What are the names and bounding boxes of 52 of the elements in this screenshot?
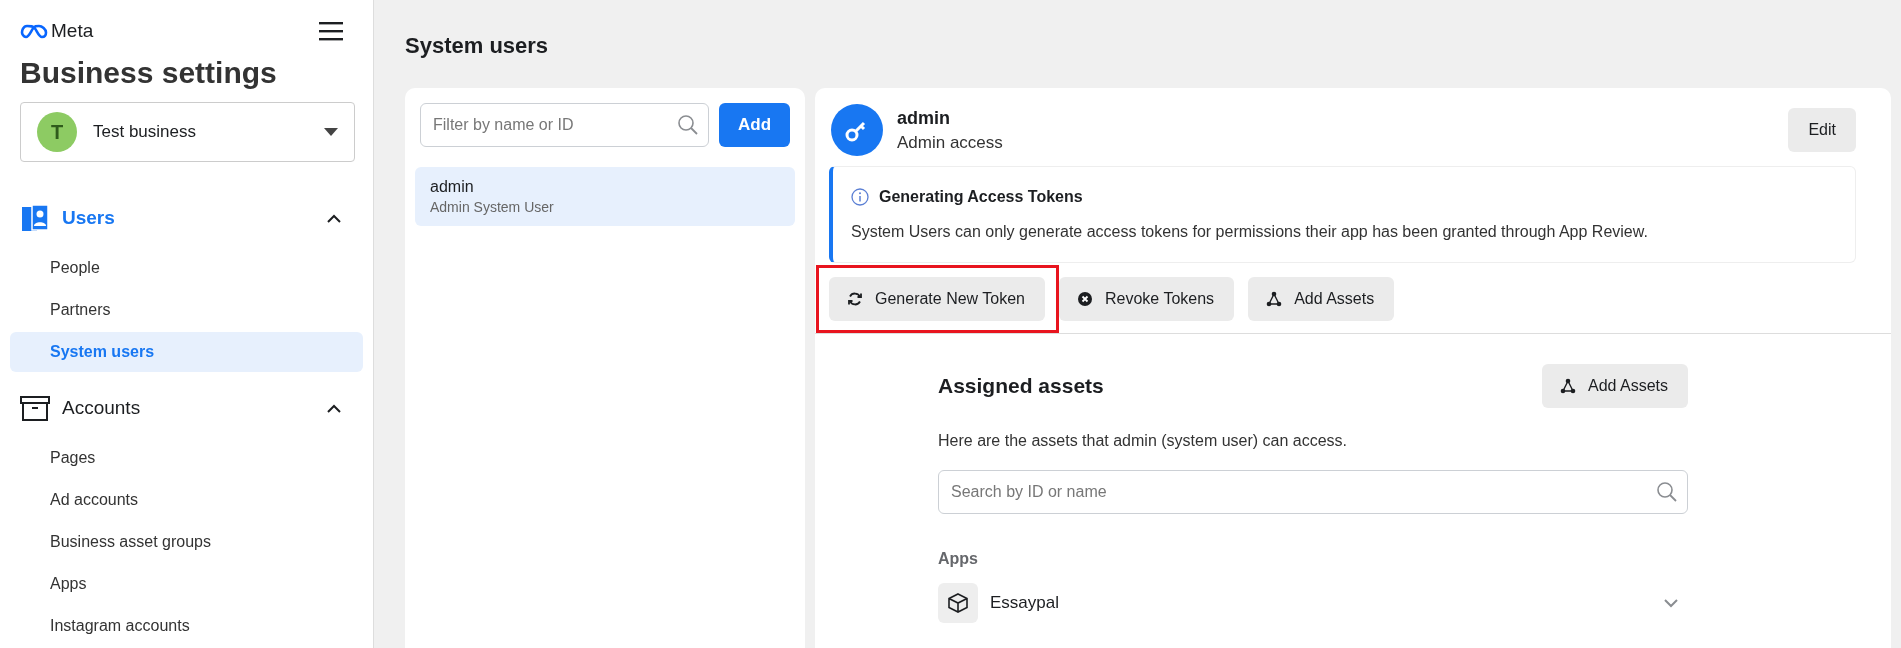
chevron-icon — [327, 213, 341, 223]
menu-icon — [319, 21, 343, 41]
filter-field[interactable]: Filter by name or ID — [420, 103, 709, 147]
chevron-icon — [1664, 598, 1678, 608]
nav-item[interactable]: Business asset groups — [10, 522, 363, 562]
access-level: Admin access — [897, 132, 1004, 153]
group-label: Apps — [938, 550, 979, 568]
page-heading: Business settings — [19, 55, 278, 90]
add-button[interactable]: Add — [719, 103, 790, 147]
nav-item[interactable]: System users — [10, 332, 363, 372]
nav-item[interactable]: People — [10, 248, 363, 288]
section-description: Here are the assets that admin (system user) can access. — [938, 432, 1349, 450]
business-avatar: T — [37, 112, 77, 152]
dropdown-caret-icon — [324, 128, 338, 136]
notice-title: Generating Access Tokens — [879, 188, 1083, 206]
business-name: Test business — [93, 122, 197, 142]
nav-item[interactable]: Apps — [10, 564, 363, 604]
info-icon — [851, 188, 869, 206]
network-icon — [1266, 291, 1283, 307]
asset-row[interactable]: Essaypal — [938, 583, 1688, 623]
section-title: Assigned assets — [938, 374, 1104, 398]
cancel-icon — [1077, 291, 1093, 307]
network-icon — [1559, 378, 1576, 394]
user-list-item[interactable]: admin Admin System User — [415, 167, 795, 226]
generate-token-button[interactable]: Generate New Token — [829, 277, 1045, 321]
infinity-logo-icon — [20, 23, 48, 39]
nav-section[interactable]: Users — [10, 198, 363, 238]
add-assets-button[interactable]: Add Assets — [1248, 277, 1395, 321]
notice-text: System Users can only generate access tokens for permissions their app has been granted through App Review. — [851, 223, 1649, 241]
business-selector[interactable]: T Test business — [20, 102, 355, 162]
key-avatar-icon — [831, 104, 883, 156]
page-title: System users — [405, 32, 550, 60]
nav-item[interactable]: Instagram accounts — [10, 606, 363, 646]
user-name: admin — [897, 107, 951, 129]
chevron-icon — [327, 403, 341, 413]
search-icon — [1656, 481, 1678, 503]
add-assets-button[interactable]: Add Assets — [1541, 364, 1688, 408]
revoke-tokens-button[interactable]: Revoke Tokens — [1059, 277, 1235, 321]
refresh-icon — [847, 291, 863, 307]
user-role: Admin System User — [430, 199, 555, 215]
badge-people-icon — [20, 203, 50, 233]
cube-icon — [947, 592, 969, 614]
nav-item[interactable]: Pages — [10, 438, 363, 478]
user-name: admin — [430, 178, 475, 196]
nav-section[interactable]: Accounts — [10, 388, 363, 428]
nav-item[interactable]: Ad accounts — [10, 480, 363, 520]
search-icon — [677, 114, 699, 136]
nav-item[interactable]: Partners — [10, 290, 363, 330]
logo-wordmark: Meta — [51, 20, 94, 42]
archive-box-icon — [20, 393, 50, 423]
edit-button[interactable]: Edit — [1788, 108, 1856, 152]
asset-search-field[interactable]: Search by ID or name — [938, 470, 1688, 514]
